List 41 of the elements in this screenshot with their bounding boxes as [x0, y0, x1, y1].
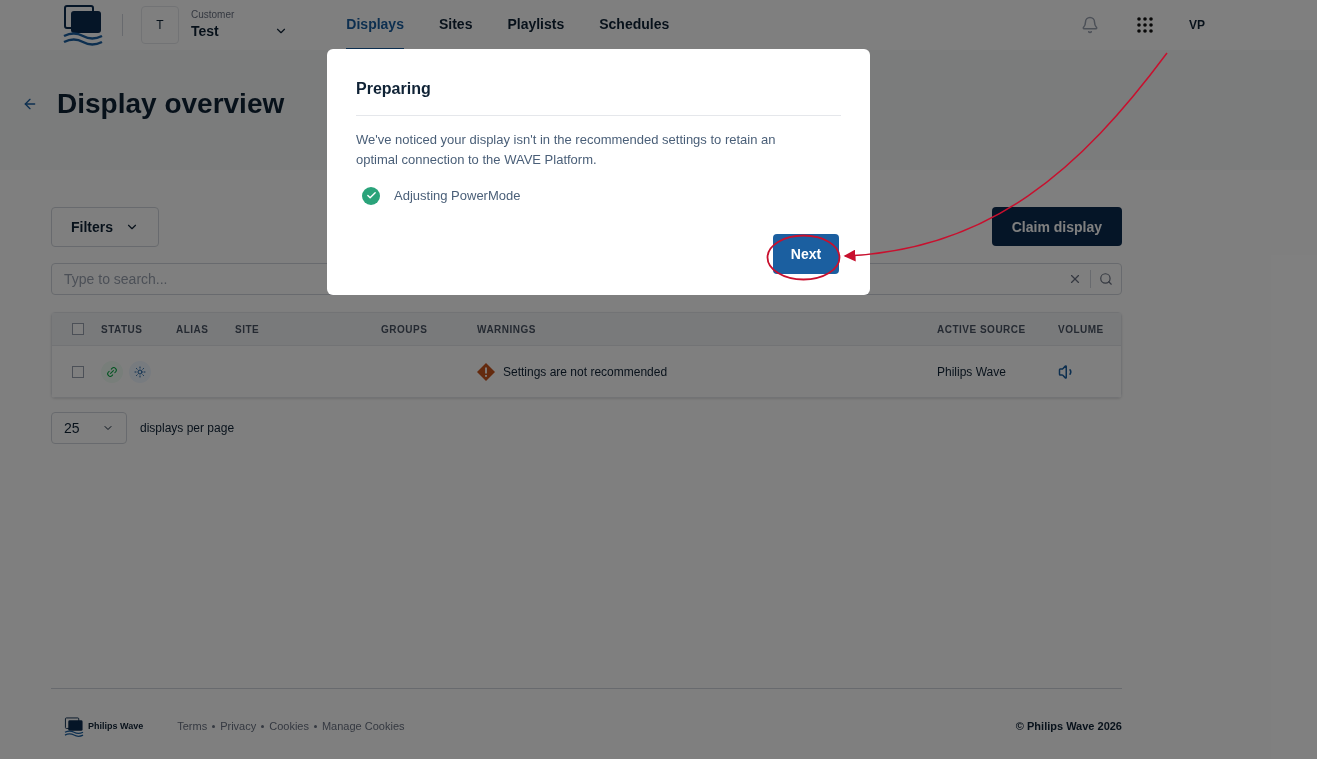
nav-tab[interactable]: Sites	[438, 0, 473, 50]
claim-display-button[interactable]: Claim display	[991, 207, 1122, 246]
page-size-label: displays per page	[140, 420, 235, 436]
column-header[interactable]: VOLUME	[1058, 321, 1121, 337]
column-header[interactable]: SITE	[235, 321, 381, 337]
select-all-checkbox[interactable]	[72, 323, 84, 335]
footer-link[interactable]: Privacy	[220, 718, 257, 735]
nav-tab[interactable]: Schedules	[599, 0, 670, 50]
row-checkbox[interactable]	[72, 365, 84, 378]
search-icon[interactable]	[1099, 272, 1113, 286]
dialog-title: Preparing	[356, 77, 841, 116]
apps-grid-icon[interactable]	[1137, 17, 1153, 33]
nav-tab[interactable]: Playlists	[507, 0, 565, 50]
column-header[interactable]: STATUS	[101, 321, 176, 337]
table-cell: Settings are not recommended	[503, 363, 668, 380]
column-header[interactable]: ACTIVE SOURCE	[937, 321, 1058, 337]
dialog-message: We've noticed your display isn't in the recommended settings to retain an optimal connection to the WAVE Platform.	[356, 131, 777, 169]
table-cell-text: Philips Wave	[937, 363, 1007, 380]
customer-avatar: T	[141, 6, 179, 44]
copyright: © Philips Wave 2026	[1015, 719, 1122, 735]
footer-link[interactable]: Cookies	[269, 718, 309, 735]
footer-brand: Philips Wave	[88, 719, 144, 733]
step-label: Adjusting PowerMode	[394, 187, 521, 205]
footer-link[interactable]: Terms	[177, 718, 208, 735]
clear-icon[interactable]	[1068, 272, 1082, 286]
column-header[interactable]: GROUPS	[381, 321, 477, 337]
logo-icon	[64, 716, 84, 737]
sun-status-icon	[129, 360, 151, 383]
column-header[interactable]: ALIAS	[176, 321, 235, 337]
customer-selector[interactable]: Customer Test	[191, 8, 289, 42]
notification-bell-icon[interactable]	[1081, 16, 1099, 34]
column-header[interactable]: WARNINGS	[477, 321, 937, 337]
link-status-icon	[101, 360, 123, 383]
page-title: Display overview	[57, 87, 285, 121]
logo-icon	[62, 4, 104, 46]
warning-icon	[477, 362, 495, 381]
page-size-select[interactable]: 25	[51, 412, 127, 444]
next-button[interactable]: Next	[773, 233, 839, 274]
user-menu[interactable]: VP	[1189, 17, 1205, 33]
filters-button[interactable]: Filters	[51, 207, 159, 247]
footer-link[interactable]: Manage Cookies	[321, 718, 405, 735]
